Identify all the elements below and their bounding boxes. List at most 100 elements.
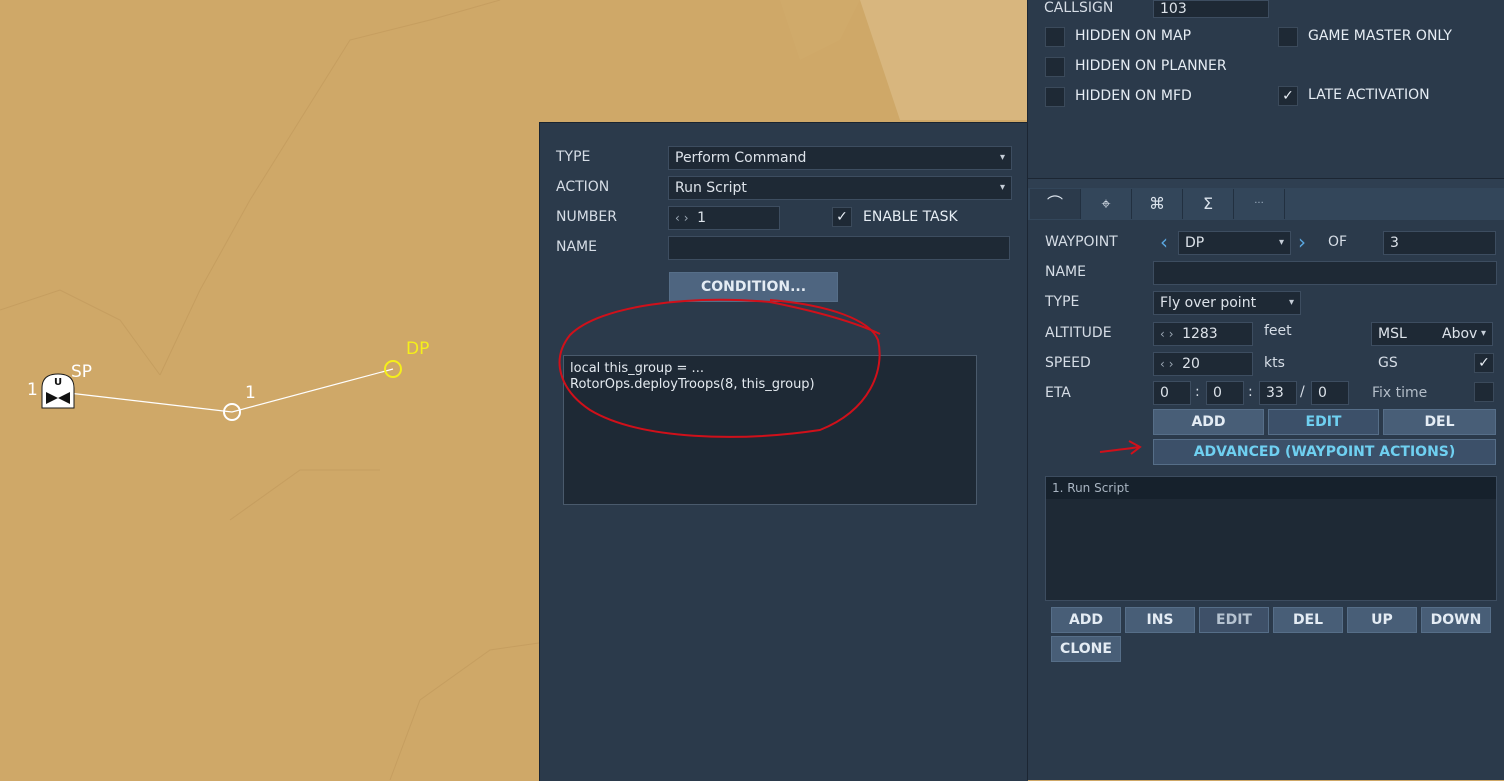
chevron-down-icon: ▾ [999,182,1005,193]
waypoint-type-label: TYPE [1045,294,1080,310]
waypoint-count-value: 3 [1390,235,1399,251]
of-label: OF [1328,234,1348,250]
insert-action-button[interactable]: INS [1125,607,1195,633]
chevron-down-icon: ▾ [1278,237,1284,248]
altitude-reference-value: MSL [1378,326,1407,342]
next-waypoint-icon[interactable]: › [1298,230,1306,254]
eta-separator: : [1195,384,1200,400]
tab-more[interactable]: ··· [1234,189,1285,219]
callsign-value: 103 [1160,1,1187,17]
advanced-waypoint-actions-button[interactable]: ADVANCED (WAYPOINT ACTIONS) [1153,439,1496,465]
action-type-label: TYPE [556,149,591,165]
eta-minutes-input[interactable]: 33 [1259,381,1297,405]
enable-task-label: ENABLE TASK [863,209,958,225]
action-number-stepper[interactable]: ‹› 1 [668,206,780,230]
list-item-label: 1. Run Script [1052,481,1129,495]
add-waypoint-button[interactable]: ADD [1153,409,1264,435]
hidden-on-mfd-checkbox[interactable] [1045,87,1065,107]
game-master-only-label: GAME MASTER ONLY [1308,28,1452,44]
eta-minutes-value: 33 [1266,385,1284,401]
hidden-on-planner-checkbox[interactable] [1045,57,1065,77]
action-name-input[interactable] [668,236,1010,260]
tab-waypoints[interactable]: ⌒ [1030,189,1081,219]
eta-seconds-value: 0 [1318,385,1327,401]
stepper-arrows-icon[interactable]: ‹› [1160,327,1178,341]
hidden-on-planner-label: HIDDEN ON PLANNER [1075,58,1227,74]
clone-action-button[interactable]: CLONE [1051,636,1121,662]
stepper-arrows-icon[interactable]: ‹› [1160,357,1178,371]
move-down-button[interactable]: DOWN [1421,607,1491,633]
annotation-circle [558,298,881,438]
move-up-button[interactable]: UP [1347,607,1417,633]
late-activation-label: LATE ACTIVATION [1308,87,1430,103]
waypoint-actions-list[interactable]: 1. Run Script [1045,476,1497,601]
payload-icon: ⌘ [1149,194,1165,213]
action-type-dropdown[interactable]: Perform Command ▾ [668,146,1012,170]
stepper-arrows-icon[interactable]: ‹› [675,211,693,225]
eta-separator: / [1300,384,1305,400]
eta-separator: : [1248,384,1253,400]
chevron-down-icon: ▾ [999,152,1005,163]
previous-waypoint-icon[interactable]: ‹ [1160,230,1168,254]
gs-checkbox[interactable]: ✓ [1474,353,1494,373]
edit-waypoint-button[interactable]: EDIT [1268,409,1379,435]
eta-days-value: 0 [1160,385,1169,401]
altitude-stepper[interactable]: ‹› 1283 [1153,322,1253,346]
eta-seconds-input[interactable]: 0 [1311,381,1349,405]
chevron-down-icon: ▾ [1288,297,1294,308]
fix-time-checkbox[interactable] [1474,382,1494,402]
eta-label: ETA [1045,385,1071,401]
gs-label: GS [1378,355,1398,371]
edit-action-button[interactable]: EDIT [1199,607,1269,633]
eta-days-input[interactable]: 0 [1153,381,1191,405]
callsign-input[interactable]: 103 [1153,0,1269,18]
altitude-reference-secondary: Abov [1442,326,1478,342]
eta-hours-value: 0 [1213,385,1222,401]
unit-icon-letter: U [54,377,63,388]
list-item[interactable]: 1. Run Script [1046,477,1496,499]
more-icon: ··· [1254,198,1264,209]
eta-hours-input[interactable]: 0 [1206,381,1244,405]
hidden-on-map-label: HIDDEN ON MAP [1075,28,1192,44]
altitude-label: ALTITUDE [1045,325,1112,341]
waypoint-dp-label: DP [406,339,430,359]
speed-unit: kts [1264,355,1285,371]
speed-value: 20 [1182,356,1200,372]
late-activation-checkbox[interactable]: ✓ [1278,86,1298,106]
hidden-on-mfd-label: HIDDEN ON MFD [1075,88,1192,104]
speed-label: SPEED [1045,355,1091,371]
action-number-label: NUMBER [556,209,617,225]
waypoint-type-dropdown[interactable]: Fly over point ▾ [1153,291,1301,315]
game-master-only-checkbox[interactable] [1278,27,1298,47]
tab-summary[interactable]: Σ [1183,189,1234,219]
waypoint-1-label: 1 [245,383,256,403]
tab-payload[interactable]: ⌘ [1132,189,1183,219]
summary-icon: Σ [1202,194,1214,213]
action-number-value: 1 [697,210,706,226]
chevron-down-icon: ▾ [1480,328,1486,339]
waypoint-type-value: Fly over point [1160,295,1257,311]
altitude-reference-dropdown[interactable]: MSL Abov ▾ [1371,322,1493,346]
callsign-label: CALLSIGN [1044,0,1114,16]
delete-waypoint-button[interactable]: DEL [1383,409,1496,435]
action-value: Run Script [675,180,747,196]
waypoint-select[interactable]: DP ▾ [1178,231,1291,255]
add-action-button[interactable]: ADD [1051,607,1121,633]
action-name-label: NAME [556,239,597,255]
waypoint-path-icon: ⌒ [1046,194,1063,213]
hidden-on-map-checkbox[interactable] [1045,27,1065,47]
action-dropdown[interactable]: Run Script ▾ [668,176,1012,200]
group-number-label: 1 [27,380,38,400]
waypoint-count-field: 3 [1383,231,1496,255]
action-type-value: Perform Command [675,150,807,166]
waypoint-sp-label: SP [71,362,93,382]
delete-action-button[interactable]: DEL [1273,607,1343,633]
enable-task-checkbox[interactable]: ✓ [832,207,852,227]
speed-stepper[interactable]: ‹› 20 [1153,352,1253,376]
altitude-value: 1283 [1182,326,1218,342]
tab-targets[interactable]: ⌖ [1081,189,1132,219]
waypoint-name-input[interactable] [1153,261,1497,285]
annotation-arrow [1099,440,1142,455]
target-icon: ⌖ [1101,194,1111,213]
fix-time-label: Fix time [1372,385,1428,401]
